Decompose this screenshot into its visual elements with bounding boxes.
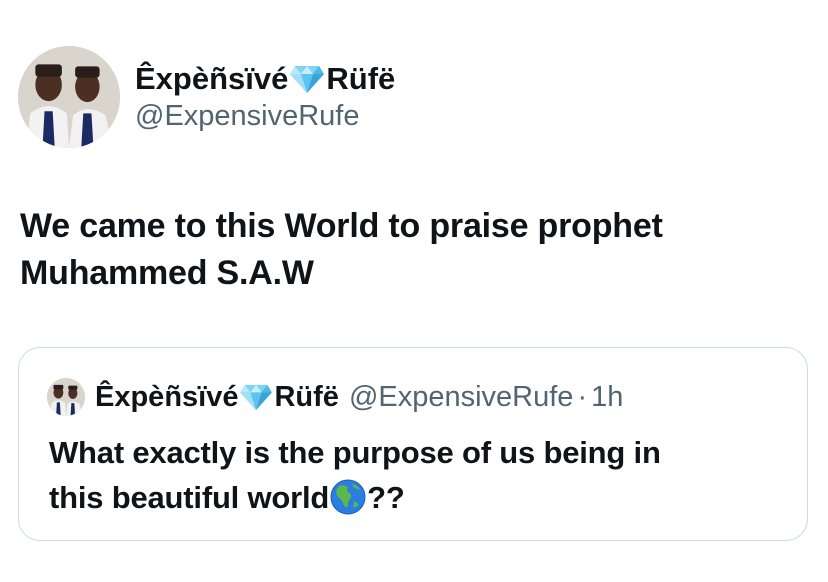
quoted-tweet-card[interactable]: Êxpèñsïvé Rüfë @ExpensiveRufe · 1h What … bbox=[18, 347, 808, 541]
gem-stone-icon bbox=[239, 383, 273, 411]
quoted-tweet-line-2-suffix: ?? bbox=[367, 480, 405, 515]
gem-stone-icon bbox=[289, 64, 325, 94]
quoted-tweet-header: Êxpèñsïvé Rüfë @ExpensiveRufe · 1h bbox=[47, 378, 623, 416]
quoted-tweet-timestamp[interactable]: 1h bbox=[591, 381, 623, 414]
author-name-part2: Rüfë bbox=[326, 61, 396, 96]
tweet-header: Êxpèñsïvé Rüfë @ExpensiveRufe bbox=[18, 46, 395, 148]
tweet-screenshot: Êxpèñsïvé Rüfë @ExpensiveRufe We came to… bbox=[0, 0, 828, 582]
tweet-line-2: Muhammed S.A.W bbox=[20, 254, 314, 292]
quoted-tweet-line-1: What exactly is the purpose of us being … bbox=[49, 435, 661, 470]
author-avatar[interactable] bbox=[18, 46, 120, 148]
avatar-photo-icon bbox=[18, 46, 120, 148]
quoted-author-avatar[interactable] bbox=[47, 378, 85, 416]
author-names: Êxpèñsïvé Rüfë @ExpensiveRufe bbox=[135, 60, 395, 134]
quoted-author-handle[interactable]: @ExpensiveRufe bbox=[349, 381, 574, 414]
author-handle[interactable]: @ExpensiveRufe bbox=[135, 98, 395, 134]
quoted-author-display-name[interactable]: Êxpèñsïvé Rüfë bbox=[95, 381, 339, 414]
quoted-tweet-line-2: this beautiful world ?? bbox=[49, 475, 789, 520]
quoted-author-name-part1: Êxpèñsïvé bbox=[95, 380, 239, 413]
separator-dot: · bbox=[577, 380, 588, 413]
author-name-part1: Êxpèñsïvé bbox=[135, 61, 289, 96]
globe-americas-icon bbox=[329, 478, 367, 516]
tweet-line-1: We came to this World to praise prophet bbox=[20, 207, 663, 245]
quoted-tweet-body: What exactly is the purpose of us being … bbox=[49, 430, 789, 520]
tweet-body: We came to this World to praise prophet … bbox=[20, 203, 810, 297]
avatar-photo-icon bbox=[47, 378, 85, 416]
quoted-author-name-part2: Rüfë bbox=[274, 380, 339, 413]
author-display-name[interactable]: Êxpèñsïvé Rüfë bbox=[135, 60, 395, 98]
quoted-tweet-line-2-text: this beautiful world bbox=[49, 480, 330, 515]
